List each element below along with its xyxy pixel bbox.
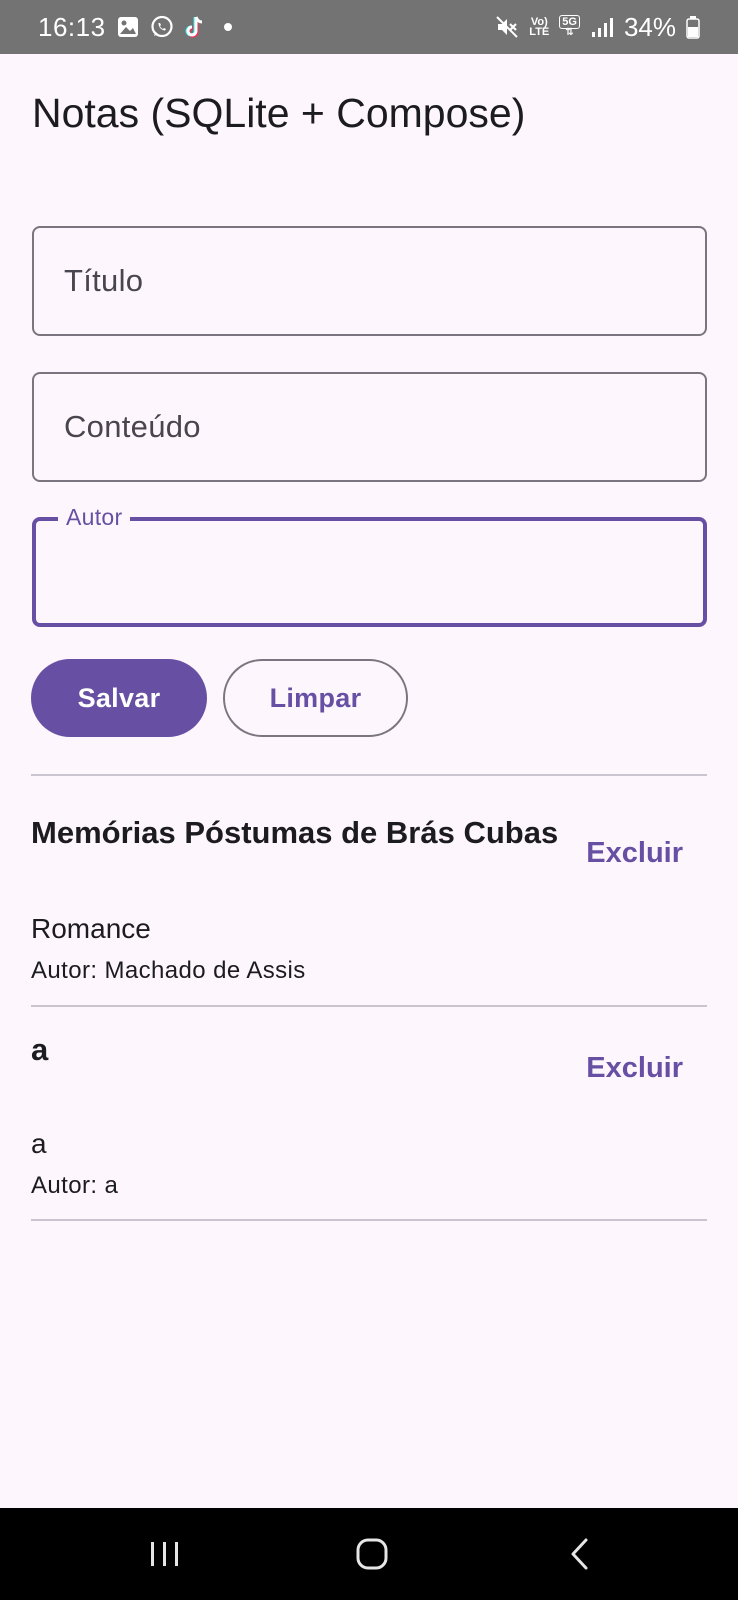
save-button[interactable]: Salvar — [31, 659, 207, 737]
note-content: Romance — [31, 913, 151, 944]
recent-apps-button[interactable] — [110, 1508, 220, 1600]
note-content: a — [31, 1128, 47, 1159]
note-author: Autor: Machado de Assis — [31, 957, 306, 984]
notification-dot-icon — [223, 23, 232, 31]
divider — [31, 774, 707, 776]
delete-button[interactable]: Excluir — [586, 1052, 683, 1085]
back-icon — [571, 1538, 588, 1570]
note-author: Autor: a — [31, 1172, 119, 1199]
status-bar-right: Vo) LTE 5G ⇅ 34% — [495, 12, 700, 43]
5g-icon: 5G ⇅ — [559, 14, 580, 38]
note-title: a — [31, 1032, 49, 1067]
clear-button[interactable]: Limpar — [223, 659, 408, 737]
status-bar-left: 16:13 — [38, 12, 232, 43]
author-field[interactable]: Autor — [32, 504, 707, 627]
signal-icon — [590, 15, 614, 39]
status-time: 16:13 — [38, 11, 106, 42]
author-label: Autor — [58, 504, 131, 531]
status-bar: 16:13 Vo) LTE 5G ⇅ 34% — [0, 0, 738, 54]
navigation-bar — [0, 1508, 738, 1600]
title-field[interactable]: Título — [32, 226, 707, 336]
battery-percent: 34% — [623, 11, 676, 42]
home-button[interactable] — [317, 1508, 427, 1600]
note-title: Memórias Póstumas de Brás Cubas — [31, 815, 559, 850]
volte-icon: Vo) LTE — [529, 17, 550, 38]
page-title: Notas (SQLite + Compose) — [32, 90, 526, 136]
volte-bottom-label: LTE — [529, 26, 550, 38]
home-icon — [356, 1538, 388, 1570]
back-button[interactable] — [525, 1508, 635, 1600]
battery-icon — [686, 15, 700, 39]
gallery-icon — [116, 15, 140, 39]
content-field[interactable]: Conteúdo — [32, 372, 707, 482]
recent-apps-icon — [151, 1542, 178, 1566]
title-placeholder: Título — [64, 263, 144, 298]
delete-button[interactable]: Excluir — [586, 837, 683, 870]
tiktok-icon — [184, 15, 208, 39]
mute-icon — [495, 15, 519, 39]
whatsapp-icon — [150, 15, 174, 39]
divider — [31, 1005, 707, 1007]
content-placeholder: Conteúdo — [64, 409, 201, 444]
divider — [31, 1219, 707, 1221]
